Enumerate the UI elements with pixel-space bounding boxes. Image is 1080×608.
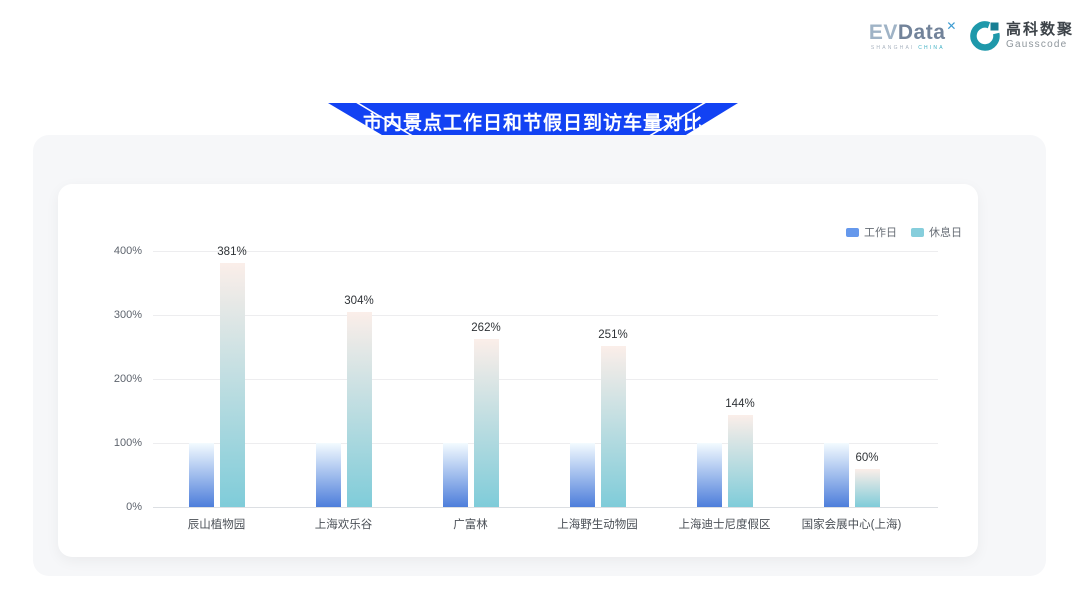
evdata-logo: EVData✕ SHANGHAI CHINA	[869, 20, 957, 51]
bar-restday	[855, 469, 880, 507]
legend-marker-workday-icon	[846, 228, 859, 237]
evdata-tagline-right: CHINA	[918, 45, 945, 51]
y-tick-label: 200%	[58, 373, 142, 385]
chart-card: 工作日 休息日 0% 100% 200% 300% 400% 381% 辰山植物园 304% 上…	[58, 184, 978, 557]
category-label: 上海野生动物园	[528, 516, 668, 532]
chart-plot: 0% 100% 200% 300% 400% 381% 辰山植物园 304% 上海欢乐谷 262%…	[58, 184, 978, 557]
bar-restday	[474, 339, 499, 507]
evdata-data-text: Data	[898, 21, 946, 44]
bar-value-label: 381%	[202, 246, 262, 258]
category-label: 国家会展中心(上海)	[782, 516, 922, 532]
gausscode-logo: 高科数聚 Gausscode	[970, 21, 1074, 51]
gridline	[153, 507, 938, 508]
bar-value-label: 144%	[710, 398, 770, 410]
gridline	[153, 379, 938, 380]
evdata-tagline-left: SHANGHAI	[871, 45, 915, 51]
evdata-ev-text: EV	[869, 21, 898, 44]
bar-restday	[347, 312, 372, 507]
gridline	[153, 315, 938, 316]
bar-workday	[443, 443, 468, 507]
chart-legend: 工作日 休息日	[846, 224, 962, 240]
category-label: 广富林	[401, 516, 541, 532]
bar-value-label: 60%	[837, 452, 897, 464]
y-tick-label: 300%	[58, 309, 142, 321]
category-label: 上海迪士尼度假区	[655, 516, 795, 532]
evdata-x-icon: ✕	[946, 19, 957, 33]
gridline	[153, 443, 938, 444]
bar-workday	[697, 443, 722, 507]
y-tick-label: 100%	[58, 437, 142, 449]
bar-value-label: 251%	[583, 329, 643, 341]
legend-label-workday: 工作日	[864, 224, 897, 240]
y-tick-label: 400%	[58, 245, 142, 257]
legend-item-workday[interactable]: 工作日	[846, 224, 897, 240]
gausscode-text: 高科数聚 Gausscode	[1006, 22, 1074, 50]
evdata-wordmark: EVData✕	[869, 20, 957, 43]
bar-value-label: 262%	[456, 322, 516, 334]
bar-restday	[728, 415, 753, 507]
bar-workday	[316, 443, 341, 507]
bar-restday	[220, 263, 245, 507]
page-title: 市内景点工作日和节假日到访车量对比	[363, 108, 703, 135]
gausscode-g-icon	[970, 21, 1000, 51]
legend-label-restday: 休息日	[929, 224, 962, 240]
bar-restday	[601, 346, 626, 507]
bar-workday	[189, 443, 214, 507]
y-tick-label: 0%	[58, 501, 142, 513]
header-logos: EVData✕ SHANGHAI CHINA 高科数聚 Gausscode	[869, 20, 1074, 51]
gridline	[153, 251, 938, 252]
category-label: 辰山植物园	[147, 516, 287, 532]
category-label: 上海欢乐谷	[274, 516, 414, 532]
evdata-tagline: SHANGHAI CHINA	[869, 46, 957, 51]
gausscode-cn: 高科数聚	[1006, 22, 1074, 37]
bar-value-label: 304%	[329, 295, 389, 307]
legend-item-restday[interactable]: 休息日	[911, 224, 962, 240]
bar-workday	[570, 443, 595, 507]
legend-marker-restday-icon	[911, 228, 924, 237]
chart-panel: 工作日 休息日 0% 100% 200% 300% 400% 381% 辰山植物园 304% 上…	[33, 135, 1046, 576]
gausscode-en: Gausscode	[1006, 40, 1074, 50]
